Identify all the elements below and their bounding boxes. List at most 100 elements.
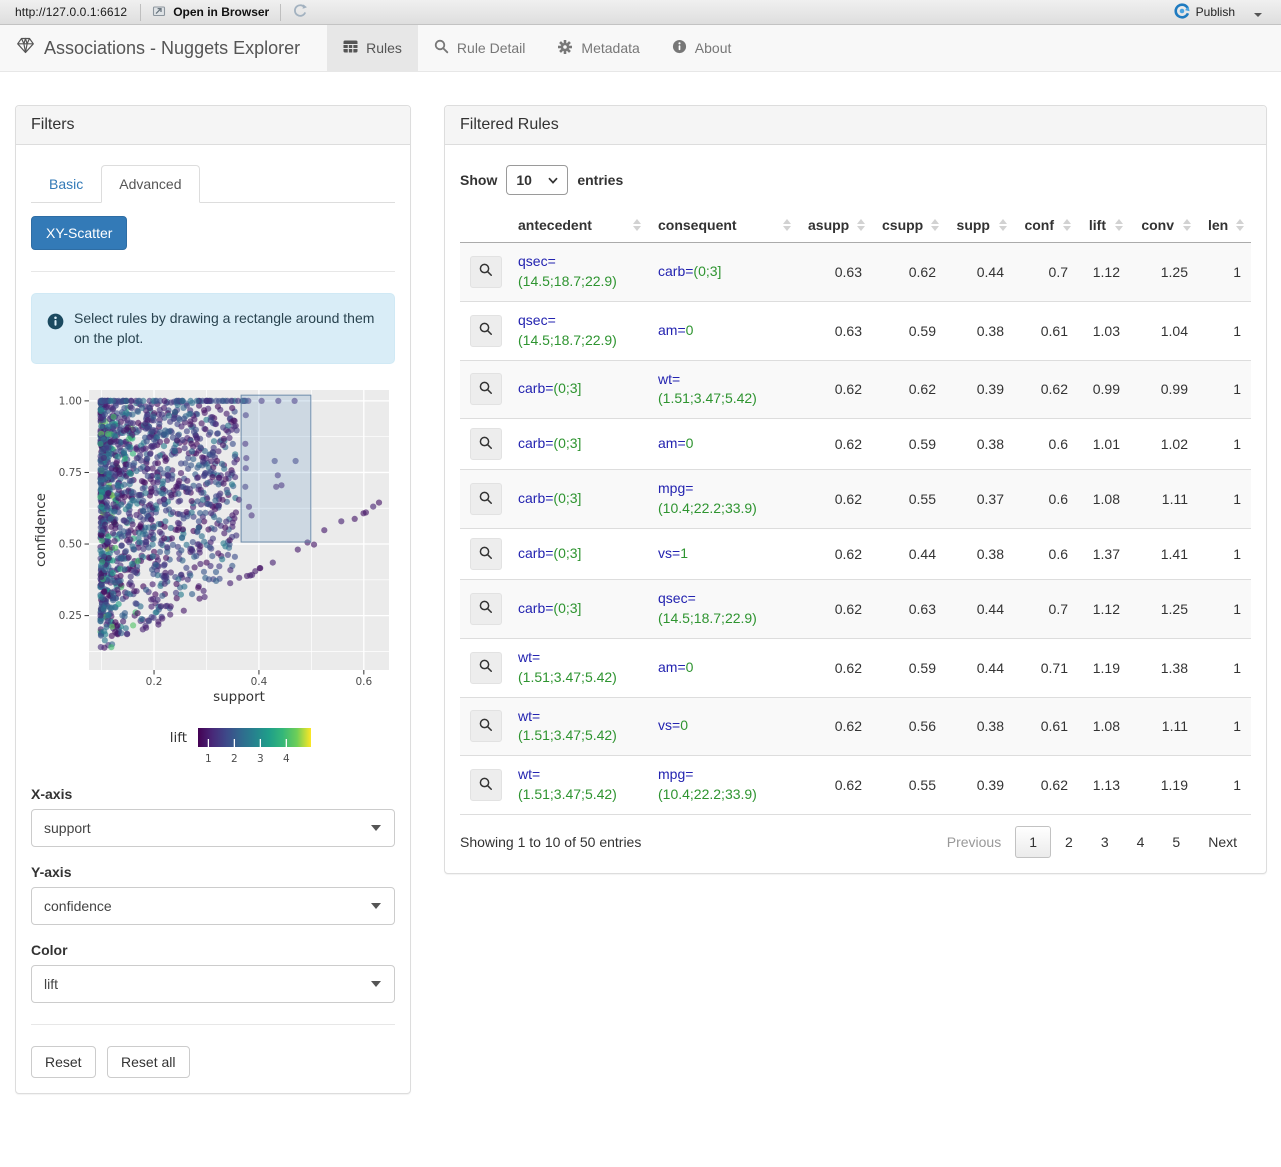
- sort-icon: [633, 219, 641, 231]
- refresh-button[interactable]: [288, 1, 312, 24]
- page-button-4[interactable]: 4: [1123, 826, 1159, 858]
- tab-metadata[interactable]: Metadata: [541, 25, 655, 71]
- rule-inspect-button[interactable]: [470, 255, 502, 288]
- asupp-value: 0.62: [798, 755, 872, 815]
- tab-basic[interactable]: Basic: [31, 165, 101, 203]
- reset-button[interactable]: Reset: [31, 1045, 96, 1078]
- tab-about[interactable]: About: [656, 25, 748, 71]
- tab-advanced[interactable]: Advanced: [101, 165, 200, 203]
- sort-icon: [931, 219, 939, 231]
- col-header-consequent[interactable]: consequent: [648, 208, 798, 243]
- lift-value: 1.37: [1078, 528, 1130, 580]
- x-axis-select[interactable]: support: [31, 808, 395, 847]
- len-value: 1: [1198, 528, 1251, 580]
- xy-scatter-button[interactable]: XY-Scatter: [31, 216, 128, 250]
- asupp-value: 0.62: [798, 469, 872, 529]
- rule-inspect-button[interactable]: [470, 592, 502, 625]
- tab-label: About: [694, 40, 732, 56]
- previous-page-button[interactable]: Previous: [933, 826, 1015, 858]
- col-header-asupp[interactable]: asupp: [798, 208, 872, 243]
- next-page-button[interactable]: Next: [1194, 826, 1251, 858]
- y-axis-select[interactable]: confidence: [31, 886, 395, 925]
- supp-value: 0.39: [946, 360, 1014, 420]
- publish-button[interactable]: Publish: [1168, 2, 1241, 23]
- col-header-len[interactable]: len: [1198, 208, 1251, 243]
- col-header-conv[interactable]: conv: [1130, 208, 1198, 243]
- antecedent-attr: wt=: [518, 648, 541, 665]
- consequent-attr: am=: [658, 435, 686, 452]
- svg-text:lift: lift: [170, 730, 187, 746]
- rule-inspect-button[interactable]: [470, 710, 502, 743]
- csupp-value: 0.59: [872, 638, 946, 698]
- csupp-value: 0.59: [872, 301, 946, 361]
- rule-inspect-button[interactable]: [470, 538, 502, 570]
- color-select[interactable]: lift: [31, 964, 395, 1003]
- page-button-2[interactable]: 2: [1051, 826, 1087, 858]
- conf-value: 0.6: [1014, 469, 1078, 529]
- chevron-down-icon: [371, 980, 381, 987]
- rule-inspect-button[interactable]: [470, 769, 502, 802]
- svg-text:1.00: 1.00: [59, 395, 82, 407]
- publish-label: Publish: [1195, 5, 1235, 19]
- divider: [31, 1023, 395, 1025]
- consequent-value: (0;3]: [693, 262, 722, 279]
- page-length-select[interactable]: 10: [506, 165, 569, 195]
- lift-value: 1.08: [1078, 469, 1130, 529]
- pagination: Previous 1 2 3 4 5 Next: [933, 826, 1251, 858]
- rule-inspect-button[interactable]: [470, 651, 502, 684]
- col-header-antecedent[interactable]: antecedent: [508, 208, 648, 243]
- tab-rule-detail[interactable]: Rule Detail: [418, 25, 541, 71]
- consequent-value: (10.4;22.2;33.9): [658, 500, 757, 517]
- table-row: carb=(0;3] am=0 0.62 0.59 0.38 0.6 1.01 …: [460, 418, 1251, 471]
- open-in-browser-label: Open in Browser: [173, 5, 270, 19]
- conv-value: 1.11: [1130, 469, 1198, 529]
- tab-rules[interactable]: Rules: [327, 25, 418, 71]
- conf-value: 0.7: [1014, 242, 1078, 302]
- info-circle-icon: [47, 308, 64, 335]
- consequent-attr: qsec=: [658, 590, 696, 606]
- asupp-value: 0.63: [798, 301, 872, 361]
- tab-label: Metadata: [581, 40, 640, 56]
- col-header-lift[interactable]: lift: [1078, 208, 1130, 243]
- csupp-value: 0.55: [872, 469, 946, 529]
- antecedent-attr: qsec=: [518, 253, 556, 269]
- magnifier-icon: [479, 322, 493, 339]
- lift-value: 1.13: [1078, 755, 1130, 815]
- entries-label: entries: [577, 172, 624, 188]
- scatter-plot[interactable]: 0.2 0.4 0.6 0.25 0.50 0.75 1.00 support confiden…: [31, 382, 396, 767]
- supp-value: 0.44: [946, 579, 1014, 639]
- rule-inspect-button[interactable]: [470, 483, 502, 516]
- consequent-value: (10.4;22.2;33.9): [658, 786, 757, 803]
- rule-inspect-button[interactable]: [470, 428, 502, 461]
- table-row: wt= (1.51;3.47;5.42) mpg= (10.4;22.2;33.9)…: [460, 755, 1251, 815]
- lift-value: 0.99: [1078, 360, 1130, 420]
- rule-inspect-button[interactable]: [470, 314, 502, 347]
- toolbar-divider: [280, 3, 282, 21]
- table-row: carb=(0;3] wt= (1.51;3.47;5.42) 0.62 0.62…: [460, 360, 1251, 420]
- filters-panel: Filters Basic Advanced XY-Scatter Select…: [15, 105, 411, 1094]
- col-header-supp[interactable]: supp: [946, 208, 1014, 243]
- col-header-conf[interactable]: conf: [1014, 208, 1078, 243]
- rule-inspect-button[interactable]: [470, 373, 502, 406]
- consequent-attr: am=: [658, 321, 686, 338]
- reset-all-button[interactable]: Reset all: [107, 1045, 190, 1078]
- asupp-value: 0.62: [798, 638, 872, 698]
- y-axis-label: Y-axis: [31, 863, 72, 880]
- toolbar-divider: [140, 3, 142, 21]
- search-icon: [434, 39, 449, 57]
- page-button-3[interactable]: 3: [1087, 826, 1123, 858]
- page-button-5[interactable]: 5: [1158, 826, 1194, 858]
- page-button-1[interactable]: 1: [1015, 826, 1052, 858]
- csupp-value: 0.62: [872, 242, 946, 302]
- col-header-csupp[interactable]: csupp: [872, 208, 946, 243]
- antecedent-value: (0;3]: [553, 599, 582, 616]
- x-axis-label: X-axis: [31, 785, 73, 802]
- supp-value: 0.39: [946, 755, 1014, 815]
- len-value: 1: [1198, 579, 1251, 639]
- conf-value: 0.62: [1014, 755, 1078, 815]
- table-row: qsec= (14.5;18.7;22.9) carb=(0;3] 0.63 0.…: [460, 242, 1251, 302]
- svg-text:0.50: 0.50: [59, 538, 82, 550]
- publish-menu-button[interactable]: [1248, 1, 1268, 24]
- open-in-browser-button[interactable]: Open in Browser: [148, 2, 273, 22]
- sort-icon: [783, 219, 791, 231]
